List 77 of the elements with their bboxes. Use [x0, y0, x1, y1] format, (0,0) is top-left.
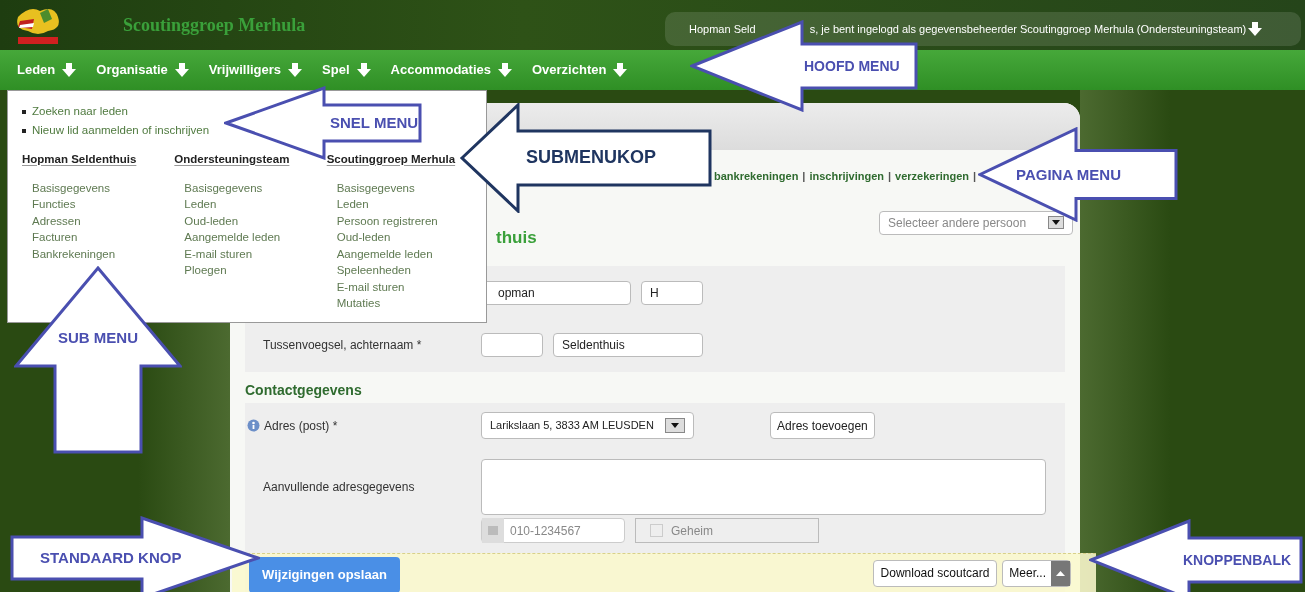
submenu-link[interactable]: Adressen: [32, 212, 175, 230]
callout-label: STANDAARD KNOP: [40, 548, 182, 568]
submenu-link[interactable]: Aangemelde leden: [184, 229, 327, 246]
site-title: Scoutinggroep Merhula: [123, 13, 306, 37]
text-field[interactable]: Seldenthuis: [553, 333, 703, 357]
arrow-down-icon: [613, 63, 628, 77]
submenu-link[interactable]: Oud-leden: [336, 229, 486, 246]
quick-link[interactable]: Zoeken naar leden: [32, 103, 128, 121]
secret-checkbox[interactable]: [650, 524, 663, 537]
submenu-link[interactable]: Leden: [184, 196, 327, 213]
bullet-icon: [22, 128, 26, 133]
save-button[interactable]: Wijzigingen opslaan: [249, 557, 400, 592]
menu-item[interactable]: Overzichten: [532, 60, 607, 80]
menu-item[interactable]: Leden: [17, 60, 56, 80]
submenu-link[interactable]: Facturen: [32, 229, 175, 246]
user-info-text: s, je bent ingelogd als gegevensbeheerder Scoutinggroep Merhula (Ondersteuningsteam): [809, 21, 1247, 37]
submenu-link[interactable]: E-mail sturen: [184, 245, 327, 263]
more-button[interactable]: Meer...: [1002, 559, 1071, 587]
submenu-link[interactable]: Basisgegevens: [184, 179, 327, 197]
callout-label: SNEL MENU: [330, 113, 419, 133]
page-menu-link[interactable]: verzekeringen: [895, 168, 970, 185]
page-menu-link[interactable]: bankrekeningen: [714, 168, 799, 185]
field-label: Aanvullende adresgegevens: [263, 480, 415, 494]
bullet-icon: [22, 109, 26, 114]
user-info-text: Hopman Seld: [689, 21, 756, 37]
phone-field[interactable]: 010-1234567: [481, 518, 625, 543]
submenu-link[interactable]: Basisgegevens: [336, 179, 486, 197]
submenu-link[interactable]: Functies: [32, 196, 175, 213]
caret-icon: [1051, 560, 1070, 586]
menu-item[interactable]: Organisatie: [96, 60, 168, 80]
callout-label: SUBMENUKOP: [526, 146, 656, 170]
text-field[interactable]: [481, 333, 543, 357]
submenu-heading: Hopman Seldenthuis: [22, 152, 137, 165]
section-heading: Contactgegevens: [244, 381, 363, 400]
submenu-link[interactable]: Bankrekeningen: [32, 245, 175, 263]
arrow-down-icon: [1248, 22, 1263, 36]
submenu-heading: Ondersteuningsteam: [174, 152, 290, 165]
phone-icon: [482, 518, 504, 543]
separator-text: |: [888, 169, 892, 184]
user-info-bar[interactable]: Hopman Seld s, je bent ingelogd als gegevensbeheerder Scoutinggroep Merhula (Ondersteuningsteam): [665, 12, 1301, 46]
separator-text: |: [973, 169, 977, 184]
address-select[interactable]: Larikslaan 5, 3833 AM LEUSDEN: [481, 412, 694, 439]
page-menu-link[interactable]: inschrijvingen: [809, 168, 884, 185]
quick-link[interactable]: Nieuw lid aanmelden of inschrijven: [32, 122, 210, 140]
menu-item[interactable]: Vrijwilligers: [208, 60, 282, 80]
submenu-link[interactable]: Basisgegevens: [32, 179, 175, 197]
arrow-down-icon: [174, 63, 189, 77]
submenu-link[interactable]: Oud-leden: [184, 212, 327, 230]
submenu-link[interactable]: Persoon registreren: [336, 212, 486, 230]
menu-item[interactable]: Spel: [322, 60, 350, 80]
download-button[interactable]: Download scoutcard: [872, 559, 998, 587]
submenu-link[interactable]: Speleenheden: [336, 262, 486, 279]
text-field[interactable]: H: [641, 281, 703, 305]
arrow-down-icon: [498, 63, 512, 77]
text-area[interactable]: [481, 459, 1046, 515]
callout-label: KNOPPENBALK: [1183, 550, 1292, 570]
arrow-down-icon: [62, 63, 77, 77]
submenu-link[interactable]: Leden: [336, 196, 486, 213]
submenu-link[interactable]: Aangemelde leden: [336, 245, 486, 263]
submenu-heading: Scoutinggroep Merhula: [326, 152, 456, 165]
page-heading: thuis: [496, 226, 537, 249]
checkbox-label: Geheim: [671, 522, 714, 540]
dropdown-icon: [665, 418, 685, 433]
callout-label: HOOFD MENU: [804, 56, 900, 76]
callout-label: PAGINA MENU: [1016, 164, 1121, 185]
person-select[interactable]: Selecteer andere persoon: [879, 210, 1073, 235]
submenu-link[interactable]: Ploegen: [184, 262, 327, 279]
callout-label: SUB MENU: [57, 328, 139, 348]
menu-item[interactable]: Accommodaties: [390, 60, 491, 80]
add-address-button[interactable]: Adres toevoegen: [770, 412, 875, 439]
dropdown-icon: [1048, 216, 1064, 229]
arrow-down-icon: [288, 63, 303, 77]
separator-text: |: [802, 169, 806, 184]
field-label: Adres (post) *: [264, 417, 338, 435]
arrow-down-icon: [356, 63, 371, 77]
info-icon[interactable]: [247, 419, 260, 432]
field-label: Tussenvoegsel, achternaam *: [263, 338, 422, 352]
